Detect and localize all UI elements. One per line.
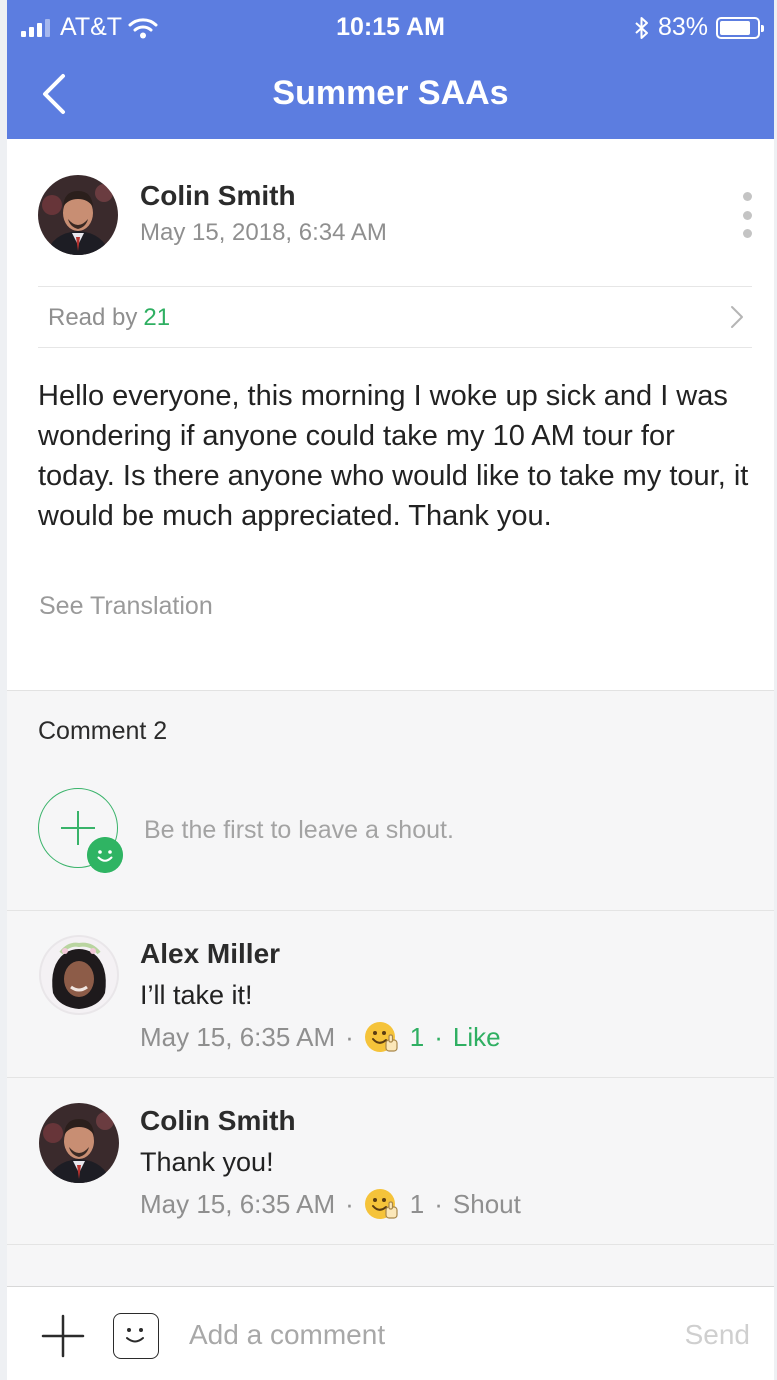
comment-text: Thank you! bbox=[140, 1147, 274, 1177]
more-options-icon[interactable] bbox=[736, 192, 758, 238]
nav-bar: Summer SAAs bbox=[7, 56, 774, 139]
divider bbox=[7, 910, 774, 911]
meta-separator: · bbox=[434, 1188, 443, 1219]
meta-separator: · bbox=[434, 1021, 443, 1052]
shout-prompt-text[interactable]: Be the first to leave a shout. bbox=[144, 816, 454, 845]
commenter-avatar[interactable] bbox=[39, 935, 119, 1015]
comment-input[interactable] bbox=[189, 1317, 649, 1353]
divider bbox=[7, 1077, 774, 1078]
read-by-label: Read by 21 bbox=[48, 304, 171, 331]
commenter-photo bbox=[39, 1103, 119, 1183]
commenter-avatar[interactable] bbox=[39, 1103, 119, 1183]
see-translation-link[interactable]: See Translation bbox=[39, 592, 213, 621]
commenter-photo bbox=[39, 935, 119, 1015]
add-shout-button[interactable] bbox=[38, 788, 123, 873]
attach-plus-icon[interactable] bbox=[41, 1314, 85, 1358]
divider bbox=[7, 1244, 774, 1245]
read-by-row[interactable]: Read by 21 bbox=[38, 287, 752, 347]
bluetooth-icon bbox=[635, 16, 648, 39]
battery-icon bbox=[716, 16, 764, 39]
status-right: 83% bbox=[634, 13, 764, 42]
thumbs-up-emoji-icon bbox=[364, 1022, 398, 1052]
app-header: AT&T 10:15 AM 83% Summer SAAs bbox=[7, 0, 774, 139]
page-title: Summer SAAs bbox=[272, 74, 509, 112]
reaction-count: 1 bbox=[409, 1021, 425, 1052]
comment-meta: May 15, 6:35 AM · 1 · Like bbox=[140, 1020, 501, 1054]
comment-composer: Send bbox=[7, 1286, 774, 1380]
left-edge bbox=[0, 0, 7, 1380]
comment-time: May 15, 6:35 AM bbox=[140, 1021, 336, 1052]
commenter-name[interactable]: Colin Smith bbox=[140, 1105, 296, 1137]
post-author-name[interactable]: Colin Smith bbox=[140, 180, 296, 212]
comments-section: Comment 2 Be the first to leave a shout.… bbox=[7, 690, 774, 1286]
like-action[interactable]: Like bbox=[453, 1022, 501, 1053]
emoji-picker-button[interactable] bbox=[113, 1313, 159, 1359]
post-body-text: Hello everyone, this morning I woke up s… bbox=[38, 380, 749, 532]
reaction-count: 1 bbox=[409, 1188, 425, 1219]
comment-meta: May 15, 6:35 AM · 1 · Shout bbox=[140, 1187, 521, 1221]
comment-time: May 15, 6:35 AM bbox=[140, 1188, 336, 1219]
author-avatar[interactable] bbox=[38, 175, 118, 255]
read-by-count: 21 bbox=[143, 304, 171, 331]
smiley-icon bbox=[126, 1328, 144, 1343]
battery-fill bbox=[720, 20, 750, 35]
thumbs-up-emoji-icon bbox=[364, 1189, 398, 1219]
post-timestamp: May 15, 2018, 6:34 AM bbox=[140, 219, 387, 246]
comment-count-heading: Comment 2 bbox=[38, 717, 168, 745]
commenter-name[interactable]: Alex Miller bbox=[140, 938, 280, 970]
smiley-badge-icon bbox=[87, 837, 123, 873]
comment-text: I’ll take it! bbox=[140, 980, 253, 1010]
meta-separator: · bbox=[345, 1188, 354, 1219]
divider bbox=[38, 347, 752, 348]
author-photo bbox=[38, 175, 118, 255]
chevron-right-icon bbox=[731, 306, 743, 328]
meta-separator: · bbox=[345, 1021, 354, 1052]
plus-icon-stem bbox=[77, 811, 79, 845]
battery-percent: 83% bbox=[657, 13, 708, 41]
status-bar: AT&T 10:15 AM 83% bbox=[7, 0, 774, 56]
send-button[interactable]: Send bbox=[685, 1319, 750, 1351]
shout-action[interactable]: Shout bbox=[453, 1189, 521, 1220]
